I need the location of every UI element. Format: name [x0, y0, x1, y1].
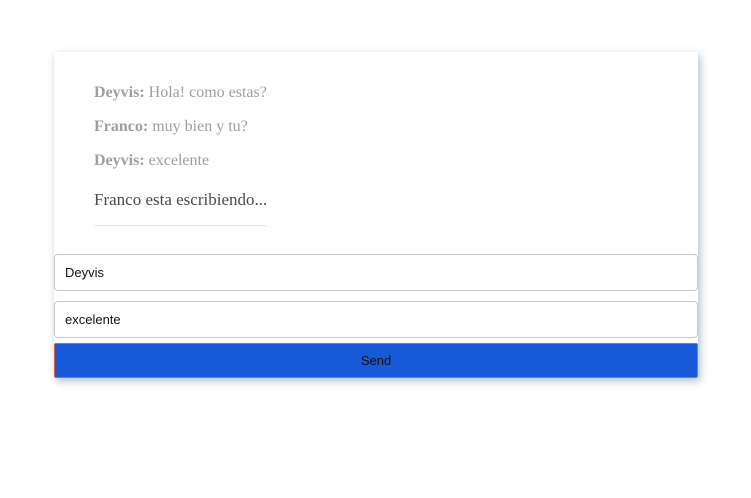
message-input[interactable] [54, 301, 698, 338]
handle-input[interactable] [54, 254, 698, 291]
message-text: excelente [148, 152, 210, 169]
chat-message: Deyvis: excelente [94, 152, 209, 170]
chat-container: Deyvis: Hola! como estas? Franco: muy bi… [54, 52, 698, 378]
message-handle: Deyvis: [94, 152, 145, 169]
chat-window: Deyvis: Hola! como estas? Franco: muy bi… [94, 80, 267, 226]
chat-message: Franco: muy bien y tu? [94, 118, 248, 136]
chat-message: Deyvis: Hola! como estas? [94, 84, 267, 102]
message-handle: Deyvis: [94, 84, 145, 101]
send-button[interactable]: Send [54, 343, 698, 378]
typing-indicator: Franco esta escribiendo... [94, 190, 268, 209]
message-handle: Franco: [94, 118, 149, 135]
message-text: Hola! como estas? [148, 84, 267, 101]
message-text: muy bien y tu? [152, 118, 248, 135]
